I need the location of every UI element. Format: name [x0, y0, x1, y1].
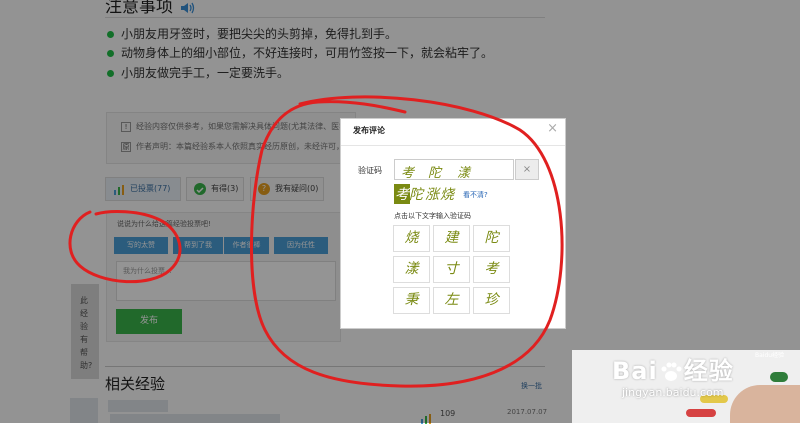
- captcha-char-button[interactable]: 秉: [393, 287, 430, 314]
- comment-dialog: 发布评论 × 验证码 考 陀 漾 × 考 陀 涨 烧 看不清? 点击以下文字输入…: [340, 118, 566, 329]
- captcha-entered-char: 考: [401, 166, 415, 181]
- captcha-label: 验证码: [358, 166, 382, 175]
- captcha-preview-char: 烧: [440, 187, 454, 203]
- close-icon[interactable]: ×: [547, 121, 558, 136]
- watermark-small-logo: Baidu经验: [755, 352, 785, 359]
- captcha-char-button[interactable]: 陀: [473, 225, 510, 252]
- captcha-char-button[interactable]: 烧: [393, 225, 430, 252]
- captcha-char-button[interactable]: 左: [433, 287, 470, 314]
- baidu-logo-prefix: Bai: [612, 357, 658, 385]
- baidu-logo: Bai 经验: [612, 351, 734, 386]
- clay-piece-image: [686, 409, 716, 417]
- paw-icon: [658, 359, 684, 385]
- captcha-preview-char: 考: [394, 184, 410, 204]
- captcha-preview-char: 涨: [425, 187, 439, 203]
- hand-image: [730, 385, 800, 423]
- captcha-input[interactable]: 考 陀 漾: [394, 159, 514, 181]
- captcha-clear-button[interactable]: ×: [515, 159, 539, 180]
- captcha-image: 考 陀 涨 烧: [394, 183, 456, 204]
- captcha-preview-char: 陀: [409, 187, 423, 203]
- baidu-logo-suffix: 经验: [683, 357, 734, 385]
- watermark-url: jingyan.baidu.com: [622, 386, 724, 399]
- captcha-entered-char: 漾: [457, 166, 471, 181]
- captcha-char-button[interactable]: 漾: [393, 256, 430, 283]
- clay-piece-image: [770, 372, 788, 382]
- captcha-hint: 点击以下文字输入验证码: [394, 212, 471, 220]
- dialog-divider: [341, 145, 565, 146]
- captcha-char-button[interactable]: 建: [433, 225, 470, 252]
- captcha-refresh-link[interactable]: 看不清?: [463, 190, 488, 200]
- captcha-char-button[interactable]: 考: [473, 256, 510, 283]
- captcha-char-button[interactable]: 珍: [473, 287, 510, 314]
- captcha-char-button[interactable]: 寸: [433, 256, 470, 283]
- captcha-entered-char: 陀: [428, 166, 442, 181]
- dialog-title: 发布评论: [353, 126, 385, 135]
